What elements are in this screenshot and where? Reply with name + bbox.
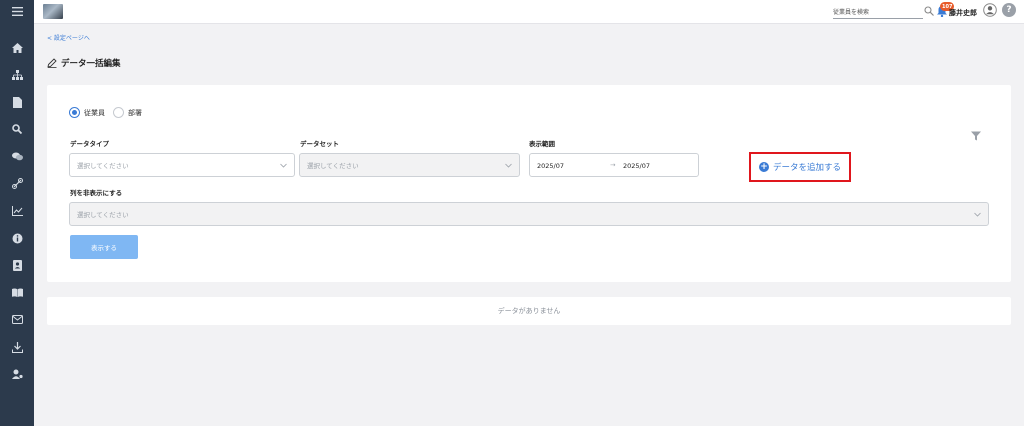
link-icon[interactable] — [8, 176, 26, 190]
hide-columns-label: 列を非表示にする — [70, 189, 123, 197]
radio-employee-circle[interactable] — [69, 107, 80, 118]
show-button[interactable]: 表示する — [70, 235, 138, 259]
info-icon[interactable] — [8, 231, 26, 245]
download-icon[interactable] — [8, 340, 26, 354]
chevron-down-icon — [280, 163, 287, 168]
radio-department-circle[interactable] — [113, 107, 124, 118]
data-set-select[interactable]: 選択してください — [299, 153, 520, 177]
range-arrow-icon: → — [610, 161, 616, 169]
plus-circle-icon: + — [758, 161, 769, 172]
page-title: データ一括編集 — [47, 57, 121, 69]
data-type-label: データタイプ — [70, 140, 109, 148]
range-from[interactable]: 2025/07 — [537, 162, 564, 170]
pencil-icon — [47, 58, 57, 68]
org-chart-icon[interactable] — [8, 68, 26, 82]
user-avatar-icon[interactable] — [983, 3, 997, 17]
data-set-placeholder: 選択してください — [307, 162, 359, 170]
data-type-select[interactable]: 選択してください — [69, 153, 295, 177]
chart-icon[interactable] — [8, 204, 26, 218]
help-icon[interactable]: ? — [1002, 3, 1016, 17]
chevron-down-icon — [505, 163, 512, 168]
page-title-text: データ一括編集 — [61, 59, 121, 69]
hide-columns-select[interactable]: 選択してください — [69, 202, 989, 226]
range-to[interactable]: 2025/07 — [623, 162, 650, 170]
hide-columns-placeholder: 選択してください — [77, 211, 129, 219]
company-logo[interactable] — [43, 4, 63, 19]
user-name[interactable]: 藤井史郎 — [949, 8, 977, 18]
search-nav-icon[interactable] — [8, 122, 26, 136]
top-header: 107 藤井史郎 ? — [34, 0, 1024, 24]
mail-icon[interactable] — [8, 312, 26, 326]
employee-search-input[interactable] — [833, 6, 923, 18]
home-icon[interactable] — [8, 41, 26, 55]
contact-card-icon[interactable] — [8, 258, 26, 272]
data-type-placeholder: 選択してください — [77, 162, 129, 170]
add-data-label: データを追加する — [772, 163, 841, 173]
menu-icon[interactable] — [8, 4, 26, 18]
radio-employee[interactable]: 従業員 — [69, 107, 105, 118]
radio-department[interactable]: 部署 — [113, 107, 142, 118]
chevron-down-icon — [974, 212, 981, 217]
employee-search — [833, 6, 923, 19]
data-set-label: データセット — [300, 140, 339, 148]
empty-results: データがありません — [47, 297, 1011, 325]
chat-icon[interactable] — [8, 149, 26, 163]
book-icon[interactable] — [8, 285, 26, 299]
sidebar — [0, 0, 34, 426]
filter-icon[interactable] — [971, 131, 981, 141]
search-icon[interactable] — [924, 6, 934, 16]
target-radio-group: 従業員 部署 — [69, 107, 142, 118]
radio-employee-label: 従業員 — [84, 108, 105, 117]
display-range-picker[interactable]: 2025/07 → 2025/07 — [529, 153, 699, 177]
add-data-button[interactable]: + データを追加する — [749, 152, 851, 182]
radio-department-label: 部署 — [128, 108, 142, 117]
filter-panel: 従業員 部署 データタイプ 選択してください データセット 選択してください 表… — [47, 85, 1011, 282]
empty-message: データがありません — [497, 307, 561, 315]
document-icon[interactable] — [8, 95, 26, 109]
user-settings-icon[interactable] — [8, 367, 26, 381]
display-range-label: 表示範囲 — [529, 140, 555, 148]
back-to-settings-link[interactable]: < 設定ページへ — [47, 33, 90, 42]
